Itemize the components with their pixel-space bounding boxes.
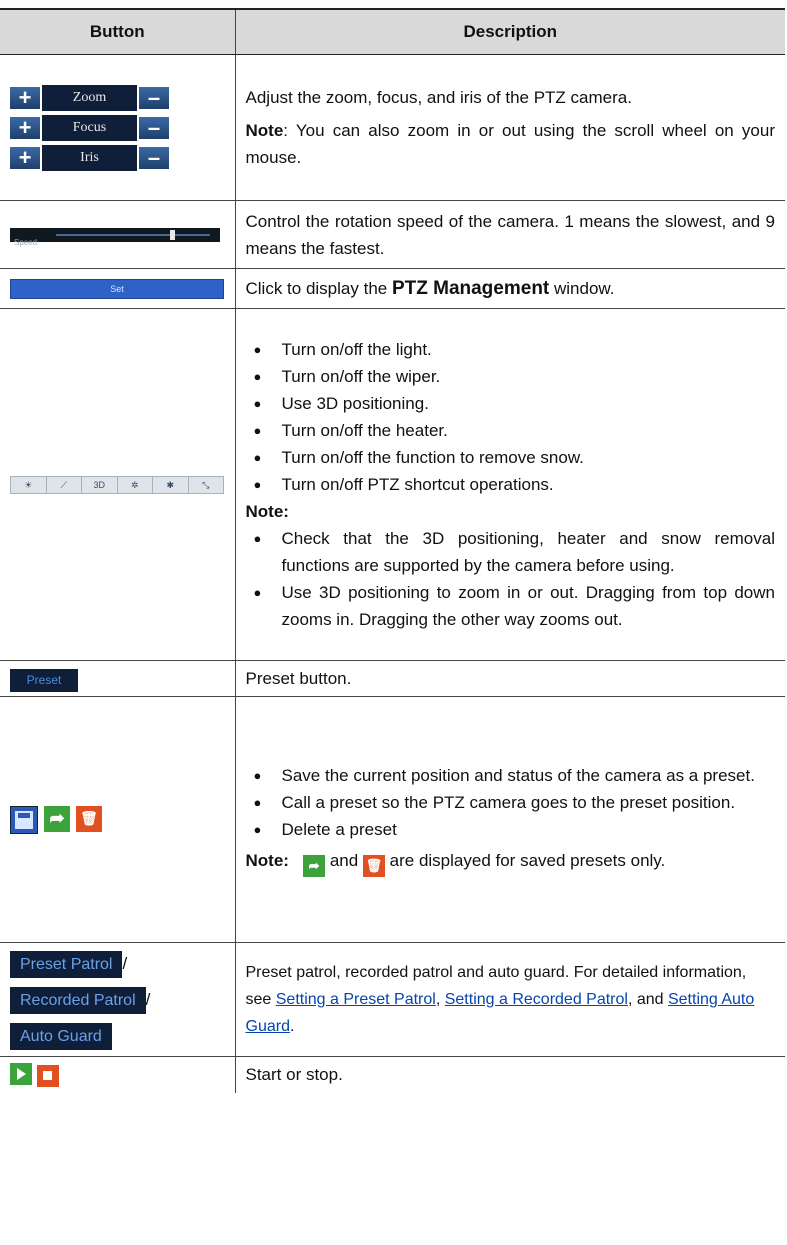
toolbar-note-label: Note: (245, 502, 289, 521)
speed-slider[interactable]: Speed (10, 227, 220, 247)
list-item: Turn on/off the heater. (246, 417, 776, 444)
ptz-button-table: Button Description + Zoom – + Focus – + … (0, 8, 785, 1093)
iris-minus-button[interactable]: – (139, 146, 169, 169)
iris-row: + Iris – (10, 144, 170, 172)
ptz-function-toolbar: ☀ ⟋ 3D ✲ ✱ ⤡ (10, 475, 224, 494)
preset-button[interactable]: Preset (10, 669, 78, 692)
delete-icon: 🗑 (362, 854, 385, 877)
call-preset-icon[interactable]: ➦ (44, 805, 70, 832)
list-item: Save the current position and status of … (246, 762, 776, 789)
zoom-label: Zoom (42, 84, 137, 111)
zfi-note-text: : You can also zoom in or out using the … (245, 121, 776, 167)
toolbar-function-list: Turn on/off the light. Turn on/off the w… (246, 336, 776, 498)
toolbar-note-list: Check that the 3D positioning, heater an… (246, 525, 775, 633)
toolbar-description: Turn on/off the light. Turn on/off the w… (235, 308, 785, 661)
iris-label: Iris (42, 144, 137, 171)
patrol-control: Preset Patrol / Recorded Patrol / Auto Gua… (0, 942, 236, 1057)
focus-plus-button[interactable]: + (10, 116, 40, 139)
preset-ops-description: Save the current position and status of … (235, 696, 785, 943)
note-tail: are displayed for saved presets only. (384, 851, 666, 871)
set-description: Click to display the PTZ Management wind… (235, 268, 785, 309)
preset-patrol-button[interactable]: Preset Patrol (10, 950, 123, 978)
speed-label: Speed (14, 237, 38, 247)
zfi-note: Note: You can also zoom in or out using … (246, 117, 776, 171)
speed-track (56, 233, 210, 236)
header-description: Description (235, 8, 785, 55)
set-control: Set (0, 268, 236, 309)
patrol-desc-post: . (289, 1018, 295, 1035)
focus-label: Focus (42, 114, 137, 141)
zoom-out-button[interactable]: – (139, 86, 169, 109)
heater-icon[interactable]: ✲ (118, 476, 153, 493)
ptz-management-label: PTZ Management (391, 278, 550, 299)
light-icon[interactable]: ☀ (11, 476, 47, 493)
shortcut-icon[interactable]: ⤡ (189, 477, 224, 493)
auto-guard-button[interactable]: Auto Guard (10, 1022, 112, 1050)
set-desc-post: window. (549, 279, 615, 298)
preset-description: Preset button. (235, 660, 785, 697)
start-stop-description: Start or stop. (245, 1065, 343, 1085)
slash: / (122, 953, 128, 973)
iris-plus-button[interactable]: + (10, 146, 40, 169)
snow-removal-icon[interactable]: ✱ (153, 476, 189, 493)
table-row-preset-ops: ➦ 🗑 Save the current position and status… (0, 696, 785, 943)
zfi-control: + Zoom – + Focus – + Iris – (0, 54, 236, 201)
zfi-desc-text: Adjust the zoom, focus, and iris of the … (245, 88, 632, 107)
list-item: Turn on/off the light. (246, 336, 776, 363)
link-preset-patrol[interactable]: Setting a Preset Patrol (276, 991, 436, 1008)
focus-minus-button[interactable]: – (139, 116, 169, 139)
note-and: and (325, 851, 363, 871)
list-item: Call a preset so the PTZ camera goes to … (246, 789, 776, 816)
speed-control: Speed (0, 200, 236, 269)
list-item: Turn on/off the function to remove snow. (246, 444, 776, 471)
table-row-speed: Speed Control the rotation speed of the … (0, 200, 785, 269)
sep: , (435, 991, 445, 1008)
recorded-patrol-button[interactable]: Recorded Patrol (10, 986, 146, 1014)
list-item: Delete a preset (246, 816, 776, 843)
list-item: Use 3D positioning. (246, 390, 776, 417)
wiper-icon[interactable]: ⟋ (47, 476, 82, 493)
table-row-start-stop: Start or stop. (0, 1056, 785, 1093)
set-desc-pre: Click to display the (245, 279, 392, 298)
zfi-description: Adjust the zoom, focus, and iris of the … (235, 54, 785, 201)
toolbar-control: ☀ ⟋ 3D ✲ ✱ ⤡ (0, 308, 236, 661)
slash: / (145, 989, 151, 1009)
start-stop-control (0, 1056, 236, 1093)
call-preset-icon: ➦ (303, 854, 326, 877)
table-header-row: Button Description (0, 8, 785, 55)
preset-ops-note-label: Note: (245, 851, 289, 871)
delete-icon[interactable]: 🗑 (76, 805, 102, 832)
sep: , and (627, 991, 668, 1008)
preset-control: Preset (0, 660, 236, 697)
table-row-patrol: Preset Patrol / Recorded Patrol / Auto Gua… (0, 942, 785, 1057)
speed-description: Control the rotation speed of the camera… (235, 200, 785, 269)
table-row-zoom-focus-iris: + Zoom – + Focus – + Iris – Adjust the z… (0, 54, 785, 201)
speed-slider-handle[interactable] (169, 229, 175, 240)
preset-ops-note: Note: ➦ and 🗑 are displayed for saved pr… (246, 847, 776, 877)
set-button[interactable]: Set (10, 278, 224, 299)
table-row-toolbar: ☀ ⟋ 3D ✲ ✱ ⤡ Turn on/off the light. Turn… (0, 308, 785, 661)
save-icon[interactable] (10, 805, 38, 834)
start-icon[interactable] (10, 1063, 32, 1086)
preset-ops-control: ➦ 🗑 (0, 696, 236, 943)
patrol-description: Preset patrol, recorded patrol and auto … (235, 942, 785, 1057)
preset-ops-list: Save the current position and status of … (246, 762, 776, 843)
zoom-row: + Zoom – (10, 84, 170, 112)
table-row-set: Set Click to display the PTZ Management … (0, 268, 785, 309)
header-button: Button (0, 8, 236, 55)
ptz-button-table-page: Button Description + Zoom – + Focus – + … (0, 8, 785, 1093)
table-row-preset: Preset Preset button. (0, 660, 785, 697)
list-item: Use 3D positioning to zoom in or out. Dr… (246, 579, 775, 633)
stop-icon[interactable] (36, 1064, 59, 1087)
zoom-in-button[interactable]: + (10, 86, 40, 109)
list-item: Turn on/off PTZ shortcut operations. (246, 471, 776, 498)
list-item: Turn on/off the wiper. (246, 363, 776, 390)
focus-row: + Focus – (10, 114, 170, 142)
preset-ops-icons: ➦ 🗑 (10, 805, 235, 834)
list-item: Check that the 3D positioning, heater an… (246, 525, 775, 579)
zfi-note-label: Note (245, 121, 284, 140)
3d-positioning-icon[interactable]: 3D (82, 476, 118, 493)
link-recorded-patrol[interactable]: Setting a Recorded Patrol (445, 991, 628, 1008)
